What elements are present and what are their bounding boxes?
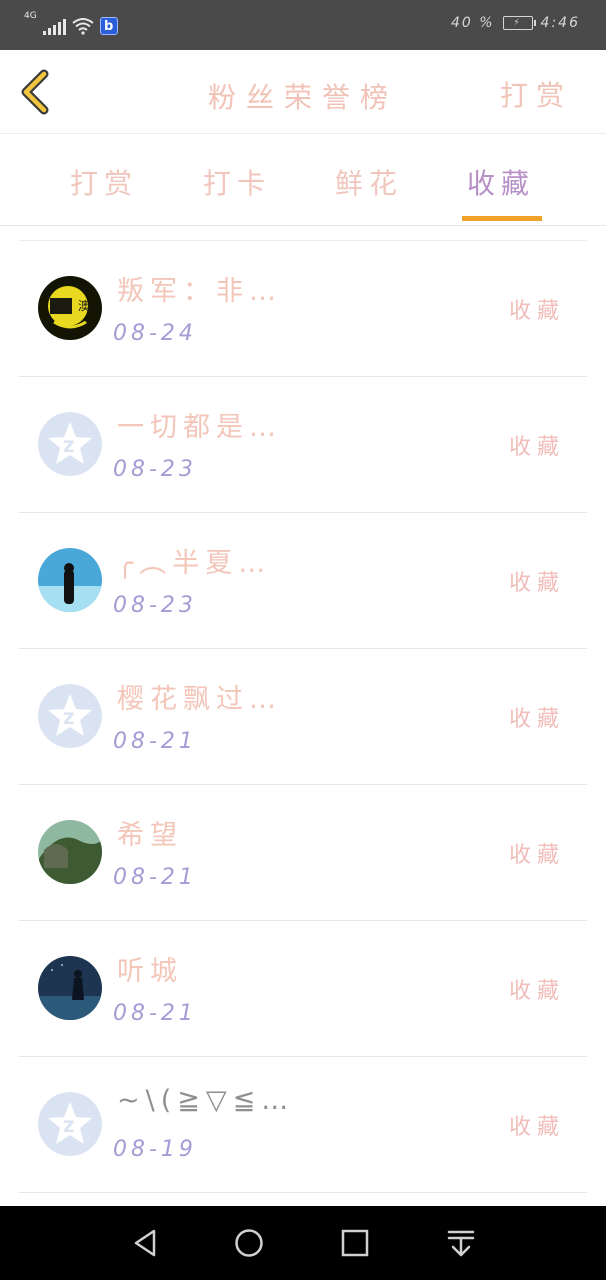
favorite-label: 收藏	[508, 299, 565, 324]
fan-date: 08-23	[113, 593, 197, 618]
avatar[interactable]	[38, 956, 102, 1020]
photo-avatar-icon	[38, 956, 102, 1020]
fan-date: 08-23	[113, 457, 197, 482]
svg-text:澳: 澳	[78, 299, 90, 313]
notification-pull-icon[interactable]	[446, 1228, 476, 1258]
favorite-label: 收藏	[508, 979, 565, 1004]
fan-date: 08-21	[113, 865, 197, 890]
avatar[interactable]: Z	[38, 412, 102, 476]
status-bar: 4G b 40 % ⚡ 4:46	[0, 0, 606, 50]
recents-square-icon[interactable]	[340, 1228, 370, 1258]
default-star-avatar-icon: Z	[38, 1092, 102, 1156]
fan-list: 澳 叛军：非… 08-24 收藏 Z 一切都是… 08-23 收藏 ╭︵半夏… …	[0, 226, 606, 1206]
status-left: 4G b	[24, 12, 118, 35]
list-item[interactable]: Z ~\(≧▽≦… 08-19 收藏	[19, 1057, 587, 1193]
favorite-label: 收藏	[508, 707, 565, 732]
wifi-icon	[72, 18, 94, 35]
clock: 4:46	[540, 15, 580, 31]
svg-text:Z: Z	[63, 709, 75, 728]
photo-avatar-icon	[38, 820, 102, 884]
network-type: 4G	[24, 11, 37, 21]
tab-bar: 打赏 打卡 鲜花 收藏	[0, 134, 606, 226]
avatar[interactable]: 澳	[38, 276, 102, 340]
favorite-label: 收藏	[508, 843, 565, 868]
tab-flowers[interactable]: 鲜花	[335, 162, 403, 202]
list-item[interactable]: Z 樱花飘过… 08-21 收藏	[19, 649, 587, 785]
list-item[interactable]: 希望 08-21 收藏	[19, 785, 587, 921]
battery-icon: ⚡	[502, 16, 536, 30]
fan-date: 08-24	[113, 321, 197, 346]
list-item[interactable]: Z 一切都是… 08-23 收藏	[19, 377, 587, 513]
tab-checkin[interactable]: 打卡	[203, 162, 271, 202]
home-circle-icon[interactable]	[234, 1228, 264, 1258]
fan-date: 08-21	[113, 729, 197, 754]
avatar[interactable]: Z	[38, 684, 102, 748]
fan-name: 希望	[117, 820, 183, 851]
active-tab-indicator	[462, 216, 542, 221]
app-notification-icon: b	[99, 17, 118, 35]
favorite-label: 收藏	[508, 1115, 565, 1140]
fan-name: 一切都是…	[117, 412, 282, 443]
avatar[interactable]	[38, 820, 102, 884]
app-header: 粉丝荣誉榜 打赏	[0, 50, 606, 134]
photo-avatar-icon	[38, 548, 102, 612]
system-nav-bar	[0, 1206, 606, 1280]
fan-name: ╭︵半夏…	[117, 548, 272, 579]
reward-link[interactable]: 打赏	[500, 74, 572, 114]
favorite-label: 收藏	[508, 571, 565, 596]
photo-avatar-icon: 澳	[38, 276, 102, 340]
signal-icon	[42, 19, 66, 35]
svg-text:Z: Z	[63, 1117, 75, 1136]
tab-reward[interactable]: 打赏	[70, 162, 138, 202]
tab-favorites[interactable]: 收藏	[467, 162, 535, 202]
fan-date: 08-19	[113, 1137, 197, 1162]
list-item[interactable]: 听城 08-21 收藏	[19, 921, 587, 1057]
back-triangle-icon[interactable]	[130, 1228, 160, 1258]
list-item[interactable]: ╭︵半夏… 08-23 收藏	[19, 513, 587, 649]
fan-name: ~\(≧▽≦…	[117, 1085, 295, 1116]
default-star-avatar-icon: Z	[38, 684, 102, 748]
fan-date: 08-21	[113, 1001, 197, 1026]
svg-text:Z: Z	[63, 437, 75, 456]
status-right: 40 % ⚡ 4:46	[451, 15, 580, 31]
avatar[interactable]	[38, 548, 102, 612]
default-star-avatar-icon: Z	[38, 412, 102, 476]
fan-name: 听城	[117, 956, 183, 987]
fan-name: 樱花飘过…	[117, 684, 282, 715]
list-item[interactable]: 澳 叛军：非… 08-24 收藏	[19, 241, 587, 377]
avatar[interactable]: Z	[38, 1092, 102, 1156]
battery-percent: 40 %	[450, 15, 495, 31]
favorite-label: 收藏	[508, 435, 565, 460]
fan-name: 叛军：非…	[117, 276, 282, 307]
